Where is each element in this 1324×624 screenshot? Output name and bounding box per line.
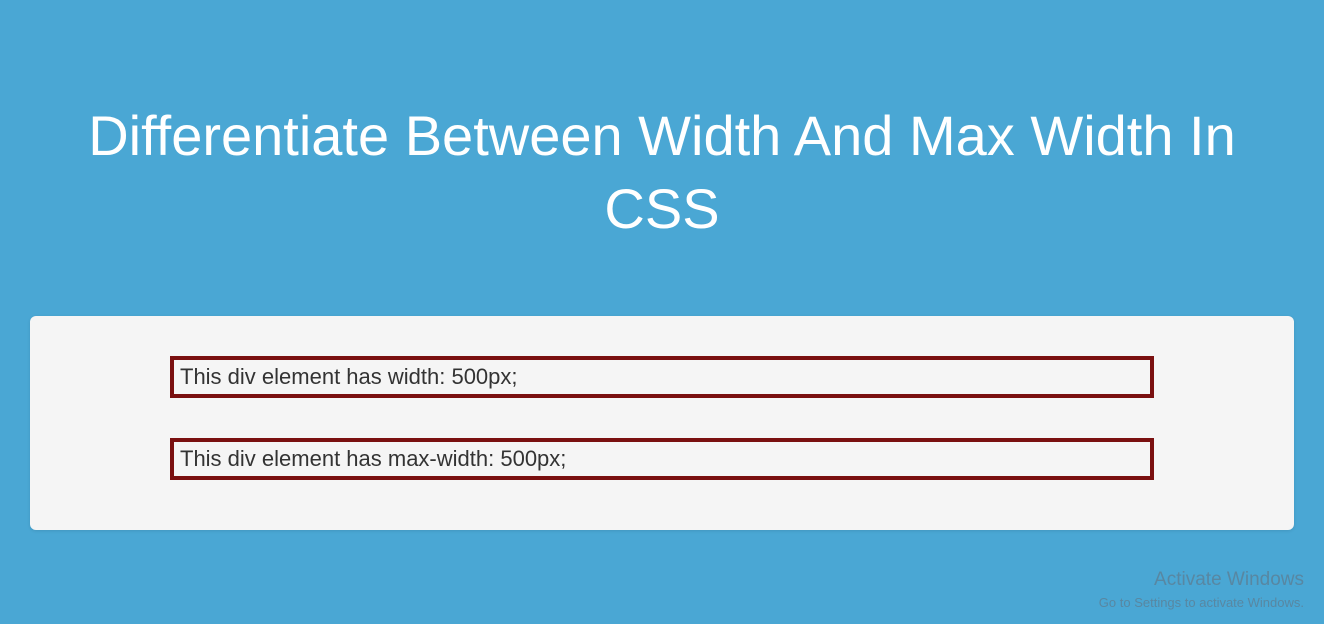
- content-panel: This div element has width: 500px; This …: [30, 316, 1294, 530]
- page-title: Differentiate Between Width And Max Widt…: [0, 0, 1324, 286]
- windows-activation-watermark: Activate Windows Go to Settings to activ…: [1099, 567, 1304, 612]
- width-demo-box: This div element has width: 500px;: [170, 356, 1154, 398]
- watermark-title: Activate Windows: [1099, 567, 1304, 594]
- watermark-subtitle: Go to Settings to activate Windows.: [1099, 594, 1304, 612]
- max-width-demo-box: This div element has max-width: 500px;: [170, 438, 1154, 480]
